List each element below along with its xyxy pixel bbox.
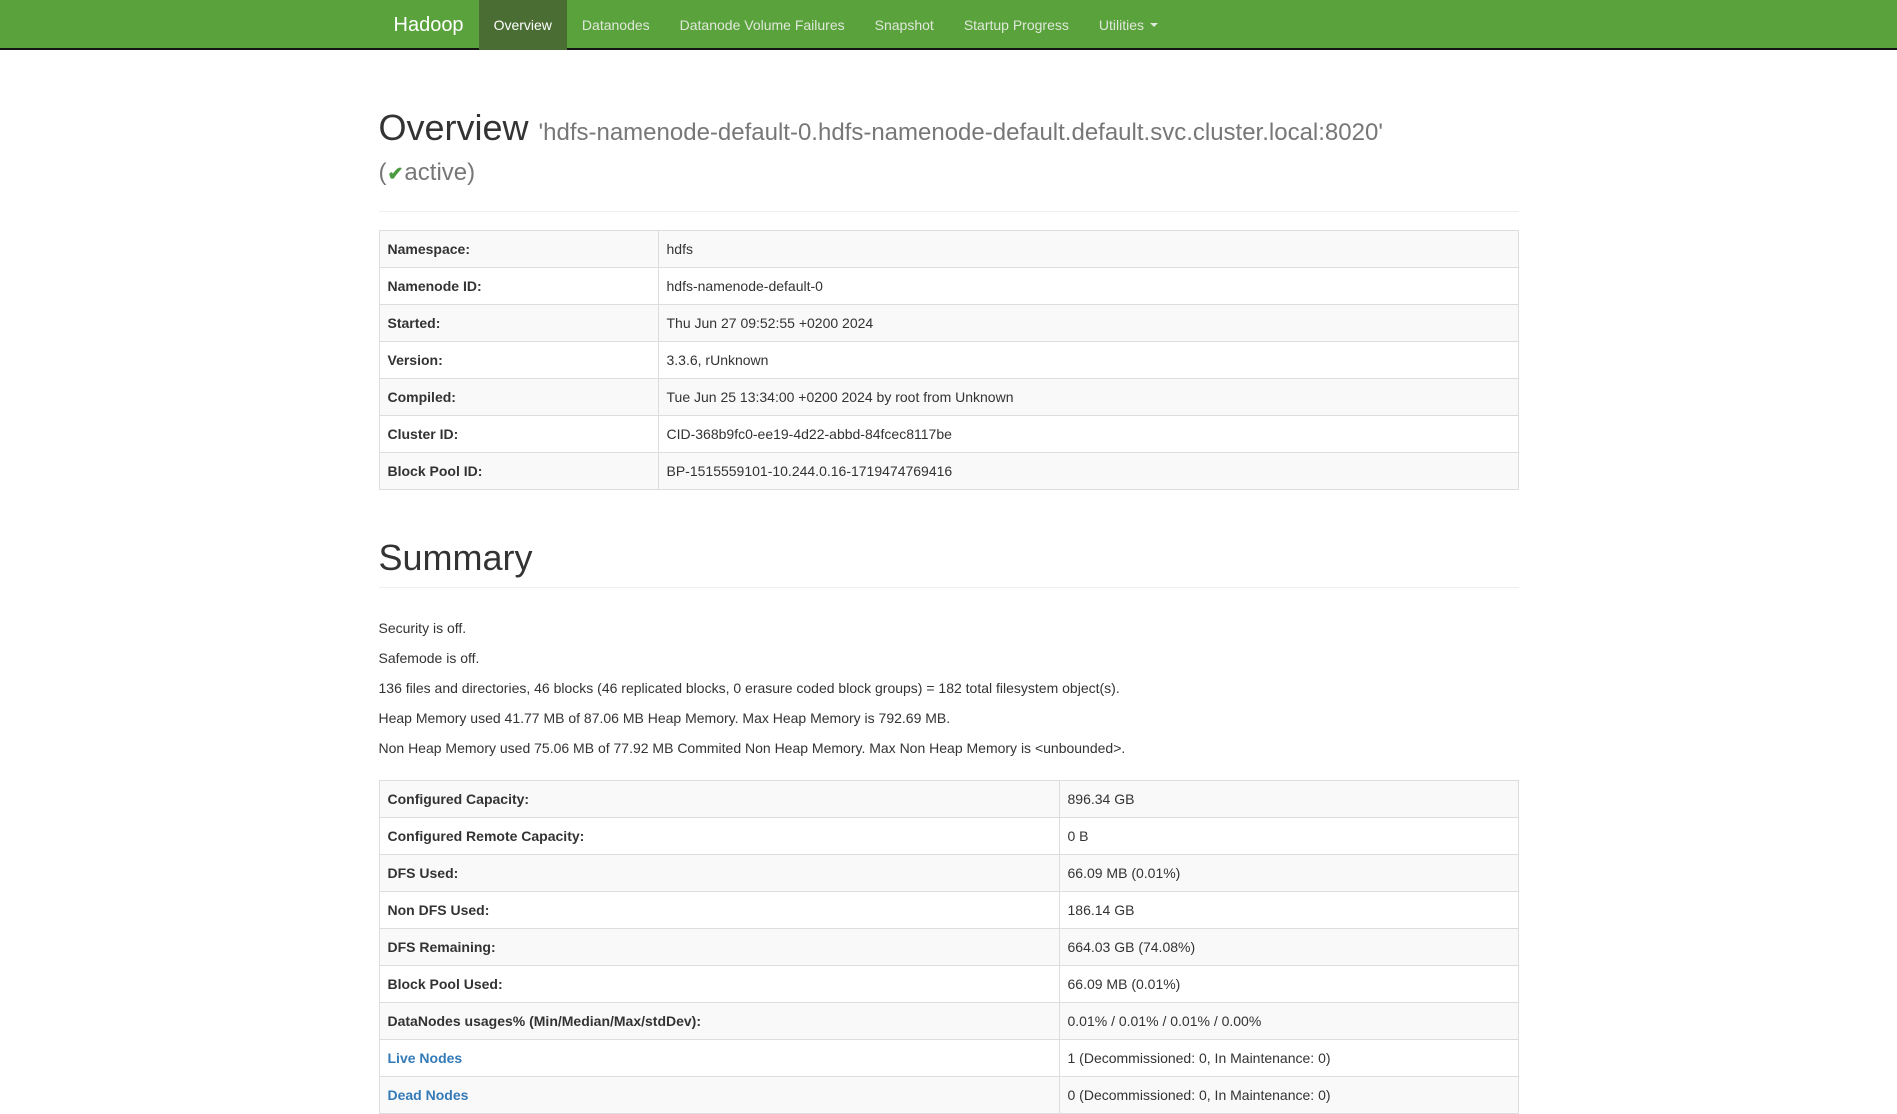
nav-item[interactable]: Snapshot [860,0,949,50]
namenode-info-table: Namespace: hdfs Namenode ID: hdfs-nameno… [379,230,1519,490]
summary-label-text: Configured Remote Capacity: [388,828,585,844]
info-row-value: CID-368b9fc0-ee19-4d22-abbd-84fcec8117be [658,416,1518,453]
overview-page-header: Overview 'hdfs-namenode-default-0.hdfs-n… [379,108,1519,212]
table-row: DataNodes usages% (Min/Median/Max/stdDev… [379,1002,1518,1039]
nav-item[interactable]: Overview [479,0,567,50]
namenode-address: 'hdfs-namenode-default-0.hdfs-namenode-d… [539,119,1383,146]
summary-row-value: 0 B [1059,817,1518,854]
nav-item[interactable]: Datanode Volume Failures [665,0,860,50]
summary-paragraph: Heap Memory used 41.77 MB of 87.06 MB He… [379,708,1519,728]
main-nav: Overview Datanodes Datanode Volume Failu… [479,0,1173,50]
info-row-label: Compiled: [379,379,658,416]
summary-row-value: 66.09 MB (0.01%) [1059,965,1518,1002]
summary-paragraph: Safemode is off. [379,648,1519,668]
summary-label-text: DFS Remaining: [388,939,496,955]
summary-paragraph: Non Heap Memory used 75.06 MB of 77.92 M… [379,738,1519,758]
info-row-value: Thu Jun 27 09:52:55 +0200 2024 [658,305,1518,342]
summary-title: Summary [379,538,1519,578]
table-row: Started: Thu Jun 27 09:52:55 +0200 2024 [379,305,1518,342]
nav-item-label: Datanode Volume Failures [680,15,845,35]
summary-row-label: Live Nodes [379,1039,1059,1076]
summary-row-value: 66.09 MB (0.01%) [1059,854,1518,891]
nav-item-label: Snapshot [875,15,934,35]
info-row-value: hdfs [658,231,1518,268]
brand-hadoop[interactable]: Hadoop [379,0,479,50]
summary-row-label: DFS Remaining: [379,928,1059,965]
summary-row-label: Configured Capacity: [379,780,1059,817]
status-label: active [404,159,467,186]
table-row: Version: 3.3.6, rUnknown [379,342,1518,379]
table-row: Live Nodes 1 (Decommissioned: 0, In Main… [379,1039,1518,1076]
summary-table: Configured Capacity: 896.34 GB Configure… [379,780,1519,1114]
summary-row-value: 664.03 GB (74.08%) [1059,928,1518,965]
nav-item-label: Datanodes [582,15,650,35]
main-content: Overview 'hdfs-namenode-default-0.hdfs-n… [364,108,1534,1114]
info-row-label: Namenode ID: [379,268,658,305]
summary-paragraph: 136 files and directories, 46 blocks (46… [379,678,1519,698]
namenode-info-body: Namespace: hdfs Namenode ID: hdfs-nameno… [379,231,1518,490]
nav-item[interactable]: Startup Progress [949,0,1084,50]
nav-item[interactable]: Utilities [1084,0,1173,50]
summary-label-text[interactable]: Dead Nodes [388,1087,469,1103]
summary-label-text: DataNodes usages% (Min/Median/Max/stdDev… [388,1013,702,1029]
namenode-status: (✔active) [379,159,476,186]
summary-row-value: 186.14 GB [1059,891,1518,928]
table-row: Configured Remote Capacity: 0 B [379,817,1518,854]
status-close-paren: ) [467,159,475,186]
table-row: Dead Nodes 0 (Decommissioned: 0, In Main… [379,1076,1518,1113]
table-row: Non DFS Used: 186.14 GB [379,891,1518,928]
table-row: Block Pool ID: BP-1515559101-10.244.0.16… [379,453,1518,490]
info-row-label: Started: [379,305,658,342]
summary-row-label: Non DFS Used: [379,891,1059,928]
summary-row-value: 0.01% / 0.01% / 0.01% / 0.00% [1059,1002,1518,1039]
info-row-label: Block Pool ID: [379,453,658,490]
nav-item[interactable]: Datanodes [567,0,665,50]
summary-table-body: Configured Capacity: 896.34 GB Configure… [379,780,1518,1113]
info-row-label: Version: [379,342,658,379]
summary-label-text: Block Pool Used: [388,976,503,992]
summary-label-text: DFS Used: [388,865,459,881]
info-row-value: hdfs-namenode-default-0 [658,268,1518,305]
info-row-value: 3.3.6, rUnknown [658,342,1518,379]
info-row-value: BP-1515559101-10.244.0.16-1719474769416 [658,453,1518,490]
summary-row-label: Block Pool Used: [379,965,1059,1002]
table-row: Compiled: Tue Jun 25 13:34:00 +0200 2024… [379,379,1518,416]
summary-table-wrap: Configured Capacity: 896.34 GB Configure… [379,780,1519,1114]
table-row: Cluster ID: CID-368b9fc0-ee19-4d22-abbd-… [379,416,1518,453]
summary-paragraphs: Security is off. Safemode is off. 136 fi… [379,618,1519,758]
summary-row-label: DFS Used: [379,854,1059,891]
caret-down-icon [1150,23,1158,27]
summary-row-value: 896.34 GB [1059,780,1518,817]
table-row: Configured Capacity: 896.34 GB [379,780,1518,817]
table-row: DFS Used: 66.09 MB (0.01%) [379,854,1518,891]
info-row-label: Namespace: [379,231,658,268]
table-row: DFS Remaining: 664.03 GB (74.08%) [379,928,1518,965]
nav-item-label: Overview [494,15,552,35]
summary-row-label: Configured Remote Capacity: [379,817,1059,854]
page-title-text: Overview [379,107,529,148]
table-row: Block Pool Used: 66.09 MB (0.01%) [379,965,1518,1002]
summary-row-value: 0 (Decommissioned: 0, In Maintenance: 0) [1059,1076,1518,1113]
nav-item-label: Utilities [1099,15,1144,35]
summary-page-header: Summary [379,538,1519,588]
summary-row-value: 1 (Decommissioned: 0, In Maintenance: 0) [1059,1039,1518,1076]
info-row-label: Cluster ID: [379,416,658,453]
nav-item-label: Startup Progress [964,15,1069,35]
summary-label-text: Configured Capacity: [388,791,530,807]
summary-row-label: DataNodes usages% (Min/Median/Max/stdDev… [379,1002,1059,1039]
table-row: Namespace: hdfs [379,231,1518,268]
summary-row-label: Dead Nodes [379,1076,1059,1113]
summary-label-text: Non DFS Used: [388,902,490,918]
table-row: Namenode ID: hdfs-namenode-default-0 [379,268,1518,305]
top-navbar: Hadoop Overview Datanodes Datanode Volum… [0,0,1897,50]
navbar-container: Hadoop Overview Datanodes Datanode Volum… [364,0,1534,50]
summary-label-text[interactable]: Live Nodes [388,1050,463,1066]
page-title: Overview 'hdfs-namenode-default-0.hdfs-n… [379,108,1519,187]
check-icon: ✔ [387,165,405,186]
info-row-value: Tue Jun 25 13:34:00 +0200 2024 by root f… [658,379,1518,416]
summary-paragraph: Security is off. [379,618,1519,638]
status-open-paren: ( [379,159,387,186]
